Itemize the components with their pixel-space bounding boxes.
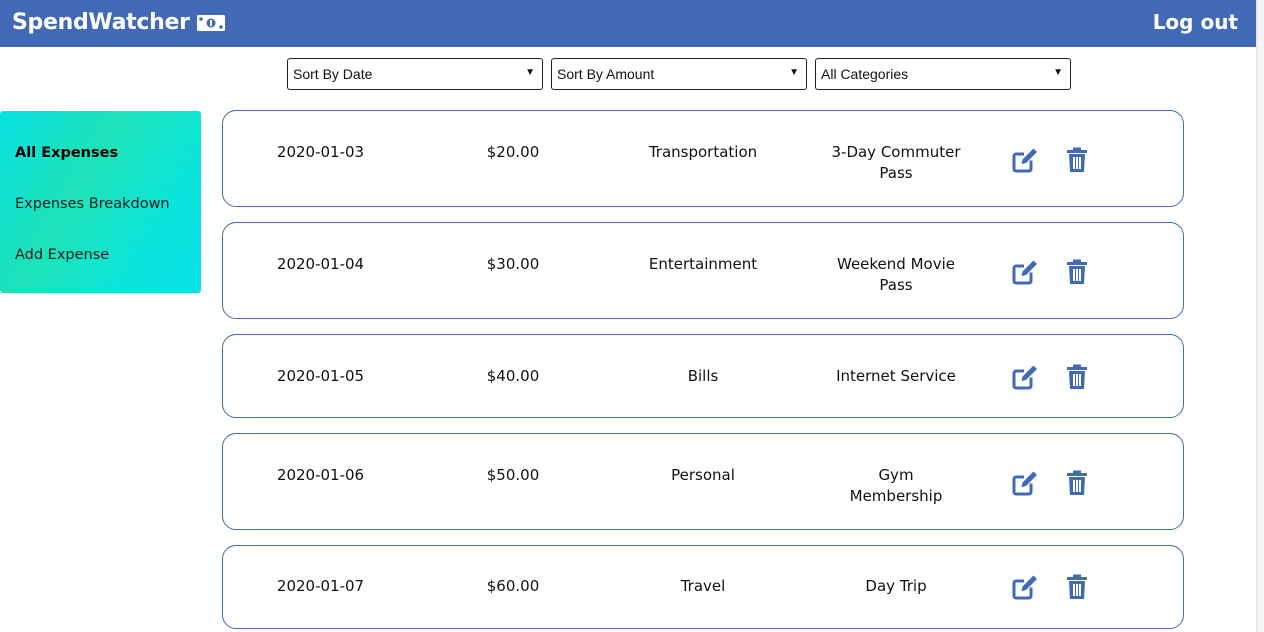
expense-amount: $30.00 xyxy=(486,255,540,273)
expense-description-line: Membership xyxy=(849,487,943,505)
category-filter-value: All Categories xyxy=(821,66,909,82)
sort-by-date-select[interactable]: Sort By Date ▼ xyxy=(287,58,543,90)
edit-icon[interactable] xyxy=(1011,258,1039,286)
expense-description-line: Day Trip xyxy=(865,577,927,595)
caret-down-icon: ▼ xyxy=(525,67,535,78)
caret-down-icon: ▼ xyxy=(1053,67,1063,78)
expense-description-line: Pass xyxy=(879,164,913,182)
expense-amount: $40.00 xyxy=(486,367,540,385)
expense-amount: $50.00 xyxy=(486,466,540,484)
sort-by-amount-select[interactable]: Sort By Amount ▼ xyxy=(551,58,807,90)
money-bill-icon xyxy=(196,13,226,33)
trash-icon[interactable] xyxy=(1063,146,1091,174)
expense-date: 2020-01-03 xyxy=(276,143,365,161)
expense-category: Bills xyxy=(687,367,719,385)
expense-date: 2020-01-05 xyxy=(276,367,365,385)
expense-description: Internet Service xyxy=(821,366,971,387)
edit-icon[interactable] xyxy=(1011,146,1039,174)
expense-category: Travel xyxy=(680,577,726,595)
expense-description-line: Pass xyxy=(879,276,913,294)
caret-down-icon: ▼ xyxy=(789,67,799,78)
expense-date: 2020-01-07 xyxy=(276,577,365,595)
edit-icon[interactable] xyxy=(1011,573,1039,601)
expense-description-line: Weekend Movie xyxy=(837,255,955,273)
trash-icon[interactable] xyxy=(1063,573,1091,601)
expense-description-line: Gym xyxy=(878,466,914,484)
sidebar-item-all-expenses[interactable]: All Expenses xyxy=(15,145,118,161)
logout-link[interactable]: Log out xyxy=(1153,10,1238,34)
expense-description-line: 3-Day Commuter xyxy=(831,143,961,161)
edit-icon[interactable] xyxy=(1011,363,1039,391)
expense-amount: $20.00 xyxy=(486,143,540,161)
sidebar: All Expenses Expenses Breakdown Add Expe… xyxy=(0,111,201,293)
top-navbar: SpendWatcher Log out xyxy=(0,0,1256,47)
expense-card: 2020-01-04 $30.00 Entertainment Weekend … xyxy=(222,222,1184,319)
expense-category: Entertainment xyxy=(648,255,758,273)
expense-description: 3-Day Commuter Pass xyxy=(821,142,971,184)
expense-card: 2020-01-03 $20.00 Transportation 3-Day C… xyxy=(222,110,1184,207)
edit-icon[interactable] xyxy=(1011,469,1039,497)
page-scrollbar[interactable] xyxy=(1256,0,1264,632)
expense-category: Transportation xyxy=(648,143,758,161)
expense-date: 2020-01-06 xyxy=(276,466,365,484)
app-title: SpendWatcher xyxy=(12,10,190,35)
sidebar-item-expenses-breakdown[interactable]: Expenses Breakdown xyxy=(15,196,170,212)
expense-card: 2020-01-06 $50.00 Personal Gym Membershi… xyxy=(222,433,1184,530)
trash-icon[interactable] xyxy=(1063,469,1091,497)
brand-logo[interactable]: SpendWatcher xyxy=(12,10,226,35)
sort-by-amount-value: Sort By Amount xyxy=(557,66,655,82)
expense-description: Gym Membership xyxy=(821,465,971,507)
trash-icon[interactable] xyxy=(1063,258,1091,286)
sidebar-item-add-expense[interactable]: Add Expense xyxy=(15,247,109,263)
expense-amount: $60.00 xyxy=(486,577,540,595)
expense-description: Day Trip xyxy=(821,576,971,597)
sort-by-date-value: Sort By Date xyxy=(293,66,373,82)
trash-icon[interactable] xyxy=(1063,363,1091,391)
expense-card: 2020-01-05 $40.00 Bills Internet Service xyxy=(222,334,1184,418)
expense-date: 2020-01-04 xyxy=(276,255,365,273)
category-filter-select[interactable]: All Categories ▼ xyxy=(815,58,1071,90)
expense-description: Weekend Movie Pass xyxy=(821,254,971,296)
filter-bar: Sort By Date ▼ Sort By Amount ▼ All Cate… xyxy=(287,58,1071,90)
expense-category: Personal xyxy=(671,466,735,484)
expense-description-line: Internet Service xyxy=(836,367,956,385)
expense-card: 2020-01-07 $60.00 Travel Day Trip xyxy=(222,545,1184,629)
